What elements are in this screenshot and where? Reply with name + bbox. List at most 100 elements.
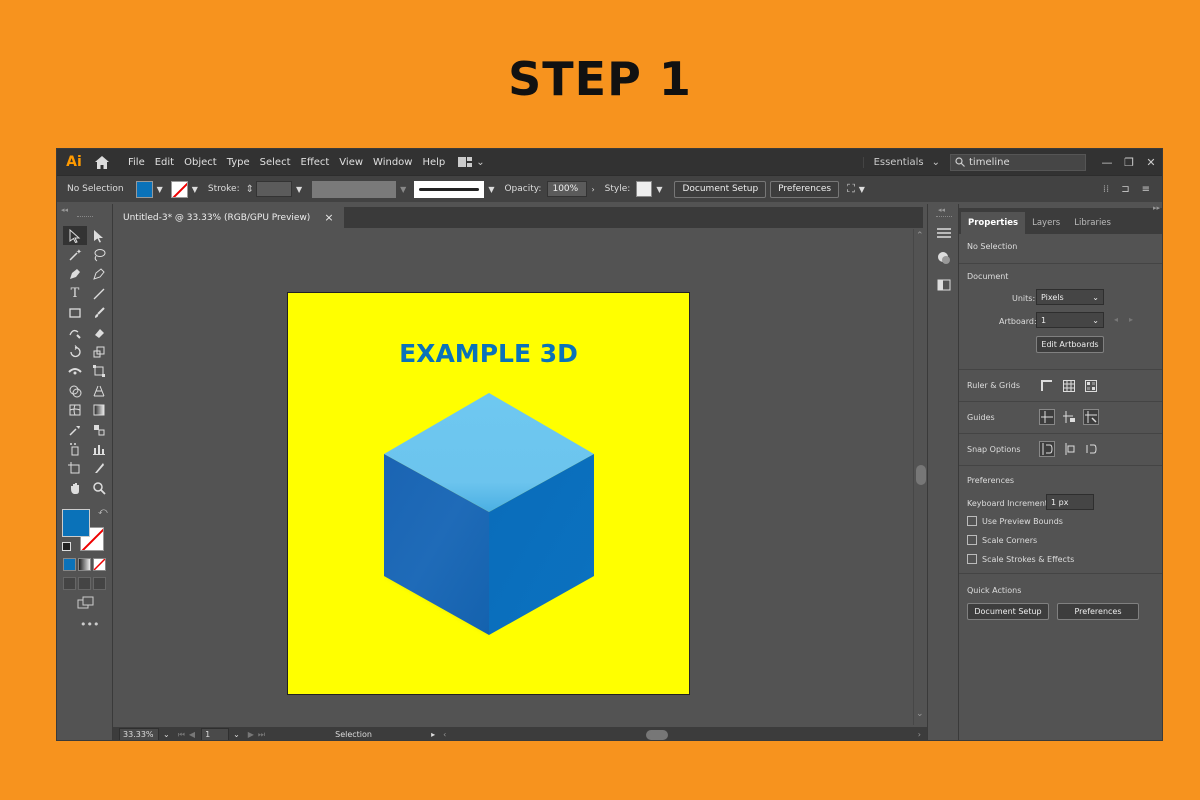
next-artboard-icon[interactable]: ▸: [1129, 315, 1133, 324]
brush-definition[interactable]: [414, 180, 485, 198]
rectangle-tool[interactable]: [63, 304, 87, 323]
shaper-tool[interactable]: [63, 323, 87, 342]
menu-edit[interactable]: Edit: [150, 157, 179, 168]
menu-effect[interactable]: Effect: [296, 157, 335, 168]
artboard-navigation-field[interactable]: 1: [201, 728, 230, 740]
close-window-button[interactable]: ✕: [1140, 153, 1162, 171]
none-mode-icon[interactable]: [93, 558, 106, 571]
snap-icon[interactable]: ⊐: [1121, 184, 1129, 195]
quick-document-setup-button[interactable]: Document Setup: [967, 603, 1049, 620]
width-tool[interactable]: [63, 362, 87, 381]
gradient-mode-icon[interactable]: [78, 558, 91, 571]
chevron-down-icon[interactable]: ⌄: [233, 730, 240, 739]
menu-type[interactable]: Type: [222, 157, 255, 168]
artboard[interactable]: EXAMPLE 3D: [287, 292, 690, 695]
blend-tool[interactable]: [87, 420, 111, 439]
rotate-tool[interactable]: [63, 342, 87, 361]
select-similar-icon[interactable]: ⛶: [847, 182, 855, 196]
chevron-down-icon[interactable]: ⌄: [163, 730, 170, 739]
shape-builder-tool[interactable]: [63, 381, 87, 400]
pen-tool[interactable]: [63, 265, 87, 284]
column-graph-tool[interactable]: [87, 439, 111, 458]
previous-artboard-icon[interactable]: ◀: [189, 730, 195, 739]
gradient-tool[interactable]: [87, 401, 111, 420]
canvas-area[interactable]: EXAMPLE 3D: [113, 229, 913, 725]
slice-tool[interactable]: [87, 459, 111, 478]
grid-icon[interactable]: [1061, 378, 1077, 394]
tab-layers[interactable]: Layers: [1025, 212, 1067, 234]
preferences-button[interactable]: Preferences: [770, 180, 840, 198]
fill-color-box[interactable]: [62, 509, 90, 537]
menu-help[interactable]: Help: [417, 157, 450, 168]
use-preview-bounds-checkbox[interactable]: Use Preview Bounds: [967, 516, 1063, 526]
menu-view[interactable]: View: [334, 157, 368, 168]
hand-tool[interactable]: [63, 478, 87, 497]
chevron-down-icon[interactable]: ▼: [157, 185, 163, 194]
menu-object[interactable]: Object: [179, 157, 222, 168]
first-artboard-icon[interactable]: ⏮: [178, 730, 185, 740]
mesh-tool[interactable]: [63, 401, 87, 420]
direct-selection-tool[interactable]: [87, 226, 111, 245]
line-segment-tool[interactable]: [87, 284, 111, 303]
free-transform-tool[interactable]: [87, 362, 111, 381]
chevron-down-icon[interactable]: ▼: [859, 185, 865, 194]
scale-tool[interactable]: [87, 342, 111, 361]
show-guides-icon[interactable]: [1039, 409, 1055, 425]
fill-swatch[interactable]: [135, 180, 153, 198]
keyboard-increment-field[interactable]: 1 px: [1046, 494, 1094, 510]
screen-mode-icon[interactable]: [77, 596, 95, 610]
chevron-down-icon[interactable]: ▼: [296, 185, 302, 194]
stepper-icon[interactable]: ⇕: [246, 184, 254, 195]
eyedropper-tool[interactable]: [63, 420, 87, 439]
align-icon[interactable]: ⁞⁞: [1103, 184, 1109, 195]
document-tab[interactable]: Untitled-3* @ 33.33% (RGB/GPU Preview) ×: [113, 207, 344, 228]
properties-panel-icon[interactable]: [935, 224, 953, 242]
snap-to-point-icon[interactable]: [1039, 441, 1055, 457]
collapse-panel-icon[interactable]: ▸▸: [1153, 204, 1160, 212]
scale-corners-checkbox[interactable]: Scale Corners: [967, 535, 1037, 545]
zoom-tool[interactable]: [87, 478, 111, 497]
next-artboard-icon[interactable]: ▶: [248, 730, 254, 739]
tab-properties[interactable]: Properties: [961, 212, 1026, 234]
lasso-tool[interactable]: [87, 245, 111, 264]
artboard-select[interactable]: 1 ⌄: [1036, 312, 1104, 328]
chevron-down-icon[interactable]: ▼: [488, 185, 494, 194]
selection-tool[interactable]: [63, 226, 87, 246]
draw-behind-icon[interactable]: [78, 577, 91, 590]
collapse-dock-icon[interactable]: ◂◂: [938, 206, 945, 214]
snap-to-pixel-icon[interactable]: [1061, 441, 1077, 457]
scroll-down-icon[interactable]: ⌄: [916, 709, 924, 719]
previous-artboard-icon[interactable]: ◂: [1114, 315, 1118, 324]
chevron-down-icon[interactable]: ▼: [656, 185, 662, 194]
opacity-field[interactable]: 100%: [547, 181, 588, 197]
paintbrush-tool[interactable]: [87, 304, 111, 323]
workspace-switcher[interactable]: Essentials ⌄: [862, 156, 950, 168]
units-select[interactable]: Pixels ⌄: [1036, 289, 1104, 305]
draw-inside-icon[interactable]: [93, 577, 106, 590]
appearance-panel-icon[interactable]: [935, 249, 953, 267]
curvature-tool[interactable]: [87, 265, 111, 284]
close-icon[interactable]: ×: [324, 211, 333, 224]
arrange-documents-button[interactable]: ⌄: [458, 157, 485, 168]
draw-normal-icon[interactable]: [63, 577, 76, 590]
last-artboard-icon[interactable]: ⏭: [258, 730, 265, 740]
zoom-field[interactable]: 33.33%: [119, 728, 159, 740]
search-input[interactable]: timeline: [950, 153, 1086, 171]
snap-to-glyph-icon[interactable]: [1083, 441, 1099, 457]
status-menu-icon[interactable]: ▸: [431, 730, 435, 739]
chevron-right-icon[interactable]: ›: [591, 185, 594, 194]
magic-wand-tool[interactable]: ✦: [63, 245, 87, 264]
edit-toolbar-icon[interactable]: •••: [80, 618, 99, 631]
menu-select[interactable]: Select: [255, 157, 296, 168]
menu-file[interactable]: File: [123, 157, 150, 168]
scroll-right-icon[interactable]: ›: [918, 730, 921, 739]
variable-width-profile[interactable]: [312, 180, 397, 198]
chevron-down-icon[interactable]: ▼: [192, 185, 198, 194]
scroll-left-icon[interactable]: ‹: [443, 730, 446, 739]
lock-guides-icon[interactable]: [1061, 409, 1077, 425]
stroke-swatch[interactable]: [170, 180, 188, 198]
eraser-tool[interactable]: [87, 323, 111, 342]
default-colors-icon[interactable]: [62, 542, 71, 551]
quick-preferences-button[interactable]: Preferences: [1057, 603, 1139, 620]
style-swatch[interactable]: [636, 181, 653, 197]
